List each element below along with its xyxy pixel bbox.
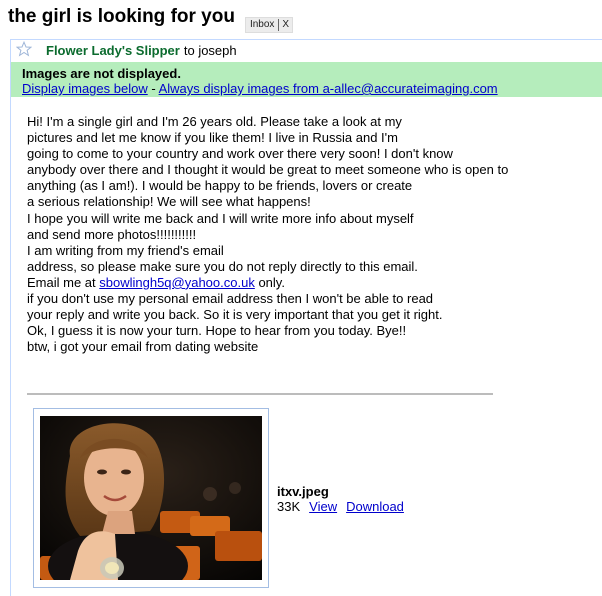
email-prefix: Email me at bbox=[27, 274, 100, 290]
images-not-displayed-banner: Images are not displayed. Display images… bbox=[11, 62, 602, 97]
recipient-text[interactable]: to joseph bbox=[184, 43, 237, 58]
body-line: if you don't use my personal email addre… bbox=[27, 291, 434, 307]
attachment-photo[interactable] bbox=[40, 416, 262, 580]
body-line: going to come to your country and work o… bbox=[27, 146, 453, 162]
sender-name[interactable]: Flower Lady's Slipper bbox=[46, 43, 180, 58]
label-chip-inbox[interactable]: Inbox X bbox=[244, 17, 294, 33]
banner-links: Display images below - Always display im… bbox=[22, 81, 602, 96]
always-display-images-link[interactable]: Always display images from a-allec@accur… bbox=[159, 81, 498, 96]
banner-link-separator: - bbox=[147, 81, 159, 96]
attachment-thumbnail[interactable] bbox=[33, 408, 269, 588]
banner-title: Images are not displayed. bbox=[22, 66, 181, 81]
attachment-meta: 33K View Download bbox=[277, 499, 404, 514]
star-icon[interactable] bbox=[15, 40, 46, 60]
message-body: Hi! I'm a single girl and I'm 26 years o… bbox=[27, 114, 587, 355]
message-header[interactable]: Flower Lady's Slipper to joseph bbox=[11, 40, 602, 61]
email-view: the girl is looking for you Inbox X Flow… bbox=[0, 0, 602, 596]
body-line: anything (as I am!). I would be happy to… bbox=[27, 178, 413, 194]
label-name[interactable]: Inbox bbox=[246, 18, 278, 32]
personal-email-link[interactable]: sbowlingh5q@yahoo.co.uk bbox=[99, 275, 255, 290]
attachment-info: itxv.jpeg 33K View Download bbox=[277, 484, 404, 514]
body-line: anybody over there and I thought it woul… bbox=[27, 162, 509, 178]
body-line: I am writing from my friend's email bbox=[27, 242, 224, 258]
body-line: Hi! I'm a single girl and I'm 26 years o… bbox=[27, 114, 402, 129]
body-line: address, so please make sure you do not … bbox=[27, 258, 418, 274]
email-suffix: only. bbox=[254, 274, 285, 290]
body-line: your reply and write you back. So it is … bbox=[27, 307, 443, 323]
attachment-size: 33K bbox=[277, 499, 301, 514]
attachment-download-link[interactable]: Download bbox=[346, 499, 404, 514]
body-line: Ok, I guess it is now your turn. Hope to… bbox=[27, 323, 407, 339]
email-line: Email me at sbowlingh5q@yahoo.co.uk only… bbox=[27, 275, 587, 291]
email-subject: the girl is looking for you bbox=[8, 6, 235, 27]
attachment-view-link[interactable]: View bbox=[309, 499, 337, 514]
body-line: a serious relationship! We will see what… bbox=[27, 194, 311, 210]
subject-row: the girl is looking for you Inbox X bbox=[8, 5, 602, 35]
body-line: pictures and let me know if you like the… bbox=[27, 130, 398, 146]
body-line: and send more photos!!!!!!!!!!! bbox=[27, 226, 197, 242]
body-lines-after: if you don't use my personal email addre… bbox=[27, 291, 587, 355]
display-images-below-link[interactable]: Display images below bbox=[22, 81, 148, 96]
attachment-filename: itxv.jpeg bbox=[277, 484, 329, 499]
attachment-divider bbox=[27, 393, 493, 395]
body-lines: Hi! I'm a single girl and I'm 26 years o… bbox=[27, 114, 587, 275]
body-line: btw, i got your email from dating websit… bbox=[27, 339, 259, 355]
message-card: Flower Lady's Slipper to joseph Images a… bbox=[10, 39, 602, 596]
remove-label-button[interactable]: X bbox=[279, 18, 292, 32]
body-line: I hope you will write me back and I will… bbox=[27, 210, 414, 226]
